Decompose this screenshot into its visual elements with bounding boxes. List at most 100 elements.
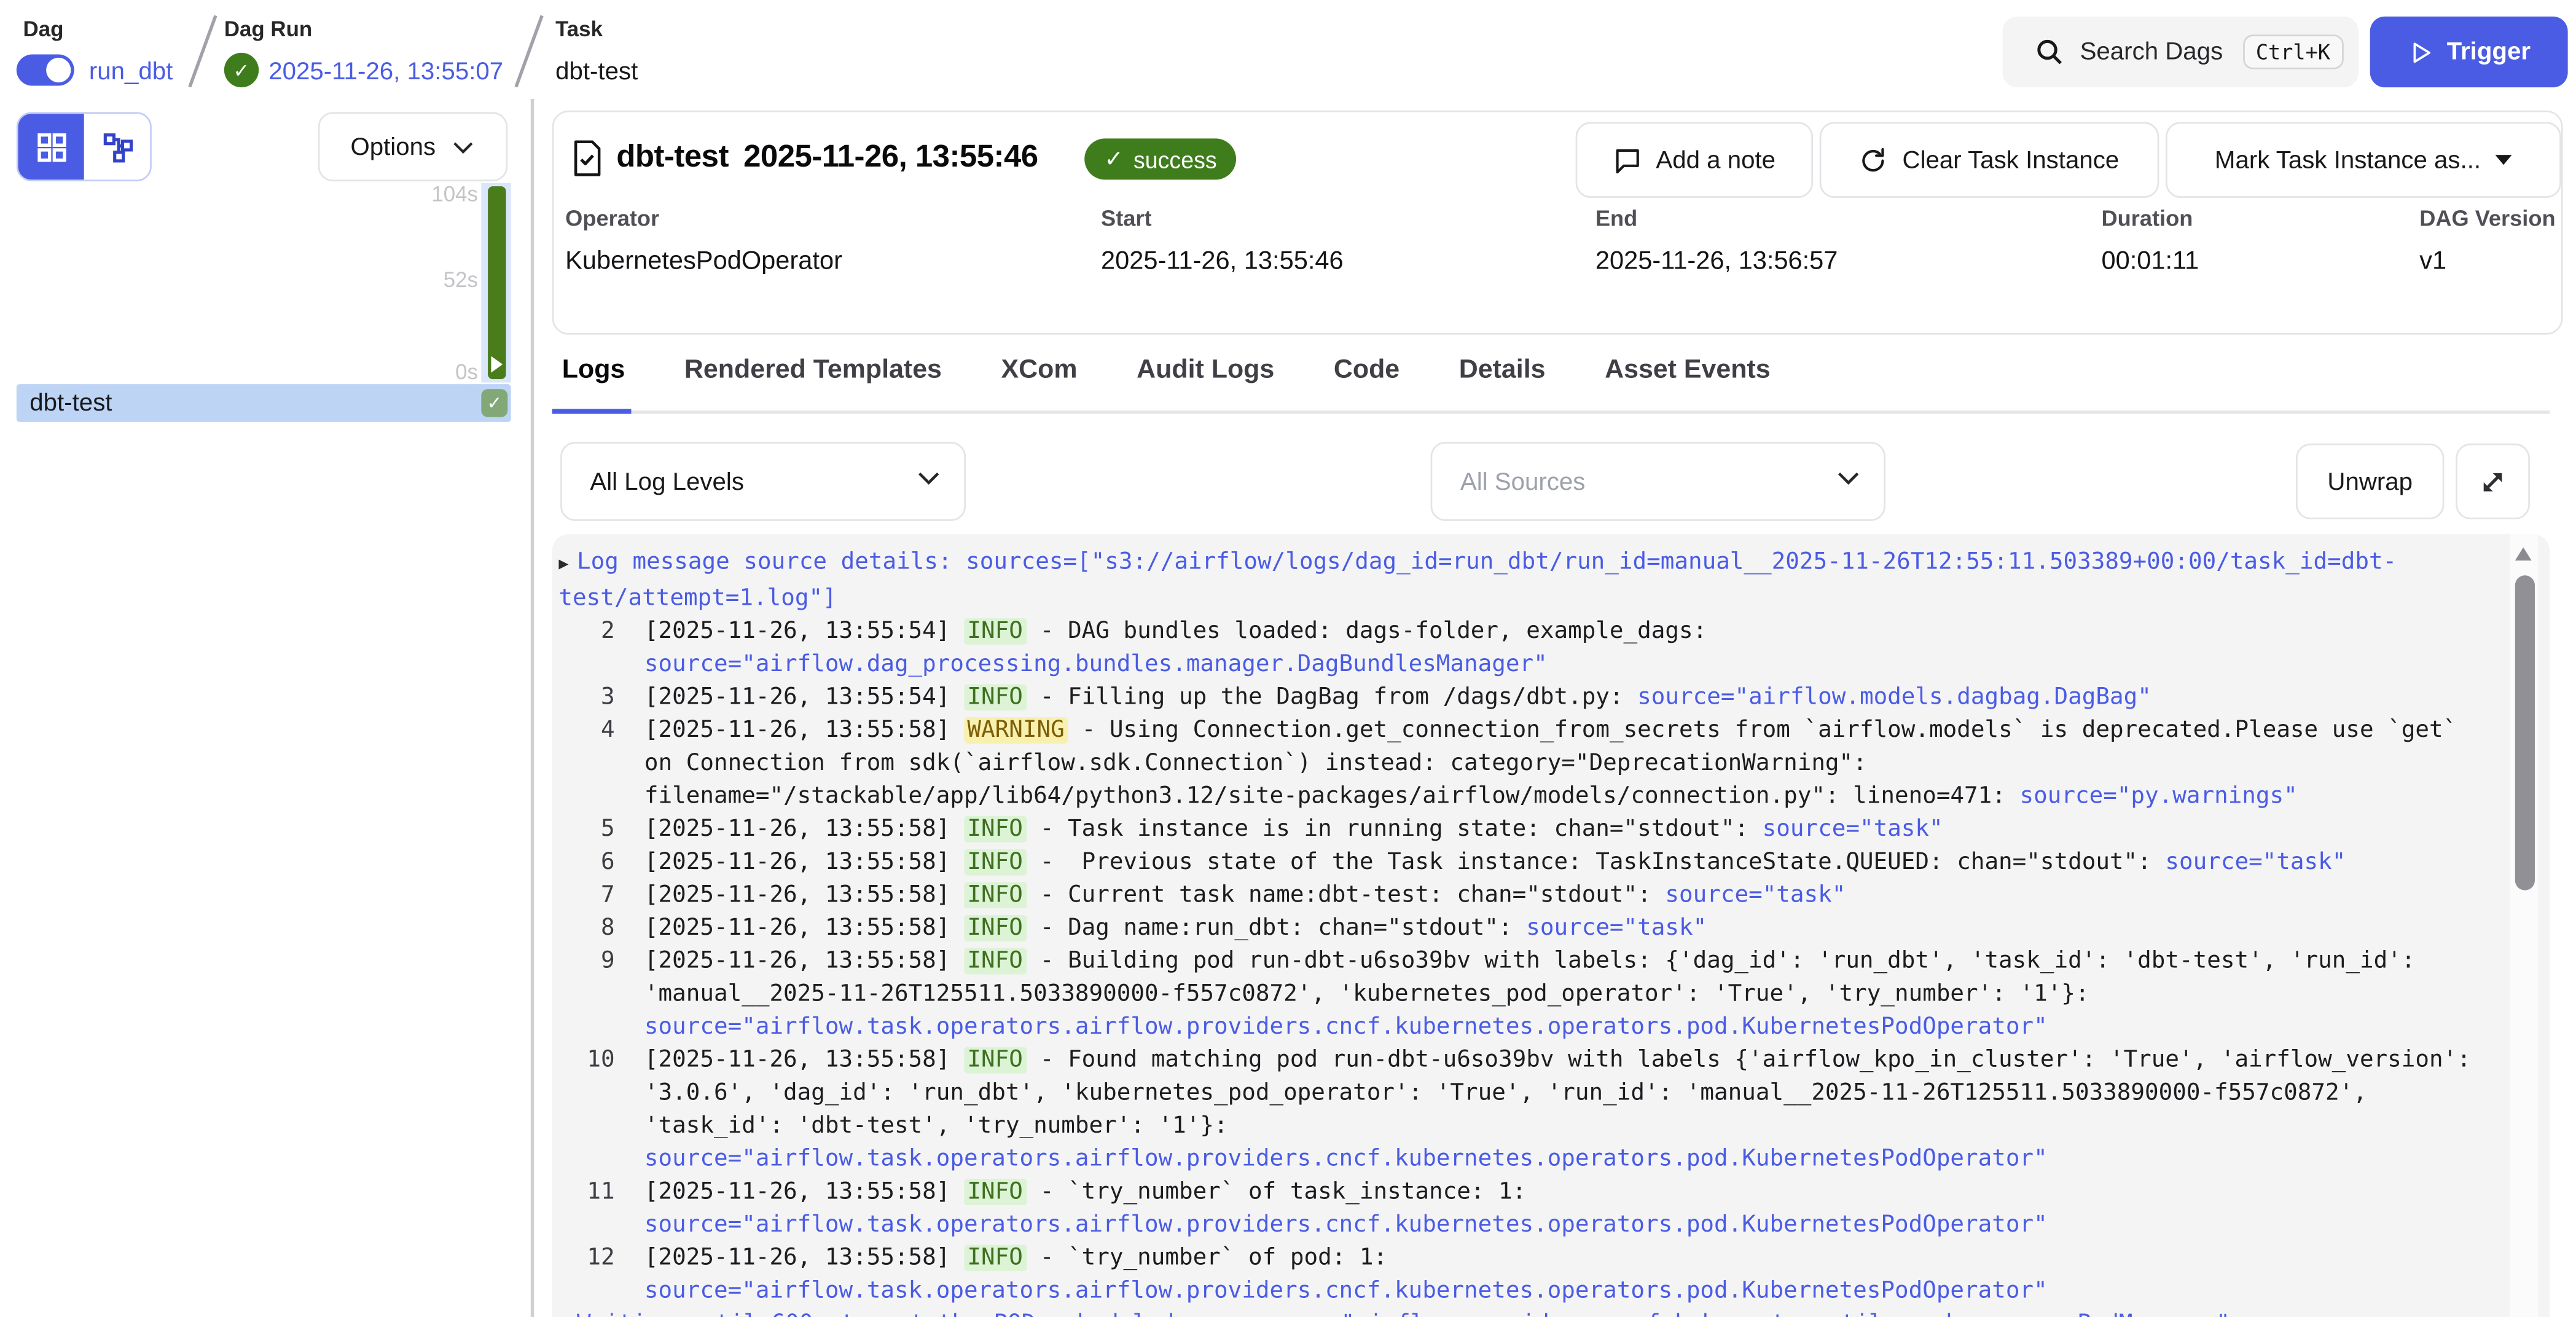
log-text: - Task instance is in running state: cha…: [1026, 816, 1762, 843]
scroll-up-icon[interactable]: [2515, 548, 2532, 560]
log-source-link[interactable]: source="airflow.dag_processing.bundles.m…: [644, 651, 1548, 678]
log-level-badge: INFO: [964, 1179, 1026, 1205]
log-lines: ▶Log message source details: sources=["s…: [552, 534, 2550, 1317]
log-message: [2025-11-26, 13:55:58] INFO - Dag name:r…: [644, 912, 2499, 945]
log-level-badge: INFO: [964, 948, 1026, 975]
mark-task-instance-as-button[interactable]: Mark Task Instance as...: [2166, 122, 2561, 198]
breadcrumb-dag-link[interactable]: run_dbt: [89, 58, 173, 86]
log-line-number[interactable]: 2: [558, 615, 614, 648]
log-entry: 5 [2025-11-26, 13:55:58] INFO - Task inst…: [558, 813, 2499, 846]
breadcrumb-separator: [188, 15, 216, 87]
log-text: - Dag name:run_dbt: chan="stdout":: [1026, 915, 1526, 942]
expand-icon: [2477, 466, 2508, 497]
dag-version-value: v1: [2419, 247, 2446, 277]
duration-label: Duration: [2101, 206, 2193, 230]
tab-logs[interactable]: Logs: [562, 356, 625, 385]
log-source-link[interactable]: source="airflow.models.dagbag.DagBag": [1637, 684, 2151, 710]
search-placeholder: Search Dags: [2080, 38, 2223, 66]
end-label: End: [1595, 206, 1637, 230]
log-group-header-text: Log message source details: sources=["s3…: [558, 549, 2397, 611]
log-line-number[interactable]: 8: [558, 912, 614, 945]
log-scrollbar[interactable]: [2510, 534, 2539, 1317]
log-group-header[interactable]: ▶Log message source details: sources=["s…: [558, 546, 2499, 615]
log-entry: 9[2025-11-26, 13:55:58] INFO - Building …: [558, 945, 2499, 1044]
log-text: [2025-11-26, 13:55:54]: [644, 684, 964, 710]
log-line-number[interactable]: 7: [558, 879, 614, 912]
chevron-down-icon: [1836, 470, 1861, 487]
sidebar-task-row-dbt-test[interactable]: dbt-test ✓: [17, 384, 511, 422]
log-entry: 2[2025-11-26, 13:55:54] INFO - DAG bundl…: [558, 615, 2499, 681]
log-group-header[interactable]: ▶Waiting until 600s to get the POD sched…: [558, 1307, 2499, 1317]
fullscreen-button[interactable]: [2456, 444, 2530, 519]
log-line-number[interactable]: 10: [558, 1044, 614, 1077]
log-level-badge: INFO: [964, 684, 1026, 710]
duration-axis-104s: 104s: [412, 181, 478, 206]
log-level-select[interactable]: All Log Levels: [560, 442, 966, 521]
log-source-link[interactable]: source="task": [2165, 849, 2346, 876]
log-line-number[interactable]: 4: [558, 714, 614, 747]
log-entry: 12[2025-11-26, 13:55:58] INFO - `try_num…: [558, 1241, 2499, 1307]
scrollbar-thumb[interactable]: [2514, 575, 2534, 890]
duration-value: 00:01:11: [2101, 247, 2199, 277]
log-source-link[interactable]: source="py.warnings": [2020, 783, 2298, 809]
log-entry: 4[2025-11-26, 13:55:58] WARNING - Using …: [558, 714, 2499, 813]
caret-down-icon: [2496, 155, 2512, 165]
play-icon: [2407, 39, 2432, 65]
dag-pause-toggle[interactable]: [17, 55, 74, 86]
operator-value: KubernetesPodOperator: [565, 247, 842, 277]
log-text: [2025-11-26, 13:55:58]: [644, 915, 964, 942]
grid-view-button[interactable]: [18, 114, 84, 179]
clear-task-instance-button[interactable]: Clear Task Instance: [1820, 122, 2159, 198]
log-level-badge: INFO: [964, 1047, 1026, 1074]
log-line-number[interactable]: 9: [558, 945, 614, 978]
log-source-select[interactable]: All Sources: [1431, 442, 1885, 521]
tab-details[interactable]: Details: [1459, 356, 1546, 385]
mark-as-label: Mark Task Instance as...: [2215, 146, 2481, 174]
breadcrumb-separator: [514, 15, 542, 87]
tab-audit-logs[interactable]: Audit Logs: [1137, 356, 1274, 385]
breadcrumb-dag-label: Dag: [23, 17, 64, 41]
log-source-link[interactable]: source="airflow.task.operators.airflow.p…: [644, 1146, 2048, 1172]
log-source-link[interactable]: source="task": [1526, 915, 1707, 942]
log-line-number[interactable]: 12: [558, 1241, 614, 1275]
task-document-icon: [570, 138, 603, 178]
log-message: [2025-11-26, 13:55:58] INFO - Previous s…: [644, 846, 2499, 879]
airflow-task-instance-page: Dag run_dbt Dag Run ✓ 2025-11-26, 13:55:…: [0, 0, 2576, 1317]
log-line-number[interactable]: 3: [558, 681, 614, 714]
breadcrumb-dagrun-link[interactable]: 2025-11-26, 13:55:07: [268, 58, 503, 86]
breadcrumb-task-label: Task: [555, 17, 603, 41]
log-level-badge: INFO: [964, 816, 1026, 843]
log-text: - DAG bundles loaded: dags-folder, examp…: [1026, 618, 1721, 645]
end-value: 2025-11-26, 13:56:57: [1595, 247, 1838, 277]
options-button[interactable]: Options: [318, 112, 508, 181]
task-duration-bar[interactable]: [488, 186, 506, 379]
graph-view-button[interactable]: [84, 114, 150, 179]
log-entry: 7[2025-11-26, 13:55:58] INFO - Current t…: [558, 879, 2499, 912]
tab-asset-events[interactable]: Asset Events: [1605, 356, 1771, 385]
duration-axis-0s: 0s: [412, 360, 478, 384]
tab-rendered-templates[interactable]: Rendered Templates: [684, 356, 942, 385]
log-source-link[interactable]: source="airflow.task.operators.airflow.p…: [644, 1212, 2048, 1238]
log-line-number[interactable]: 5: [558, 813, 614, 846]
log-source-link[interactable]: source="task": [1665, 882, 1846, 908]
log-message: [2025-11-26, 13:55:58] INFO - Task insta…: [644, 813, 2499, 846]
bar-marker-icon: [491, 356, 503, 372]
chevron-down-icon: [452, 140, 476, 154]
tab-xcom[interactable]: XCom: [1001, 356, 1078, 385]
trigger-button[interactable]: Trigger: [2370, 17, 2568, 87]
unwrap-button[interactable]: Unwrap: [2296, 444, 2444, 519]
log-source-link[interactable]: source="task": [1763, 816, 1943, 843]
duration-axis-52s: 52s: [412, 267, 478, 292]
add-note-button[interactable]: Add a note: [1576, 122, 1813, 198]
log-level-badge: INFO: [964, 1244, 1026, 1271]
chevron-down-icon: [917, 470, 941, 487]
search-dags-box[interactable]: Search Dags Ctrl+K: [2002, 17, 2358, 87]
log-text: - Current task name:dbt-test: chan="stdo…: [1026, 882, 1665, 908]
log-line-number[interactable]: 6: [558, 846, 614, 879]
log-source-link[interactable]: source="airflow.task.operators.airflow.p…: [644, 1014, 2048, 1040]
log-text: [2025-11-26, 13:55:58]: [644, 717, 964, 744]
tab-code[interactable]: Code: [1334, 356, 1400, 385]
log-source-link[interactable]: source="airflow.task.operators.airflow.p…: [644, 1278, 2048, 1304]
log-line-number[interactable]: 11: [558, 1176, 614, 1209]
log-group-header-text: Waiting until 600s to get the POD schedu…: [577, 1311, 2230, 1317]
